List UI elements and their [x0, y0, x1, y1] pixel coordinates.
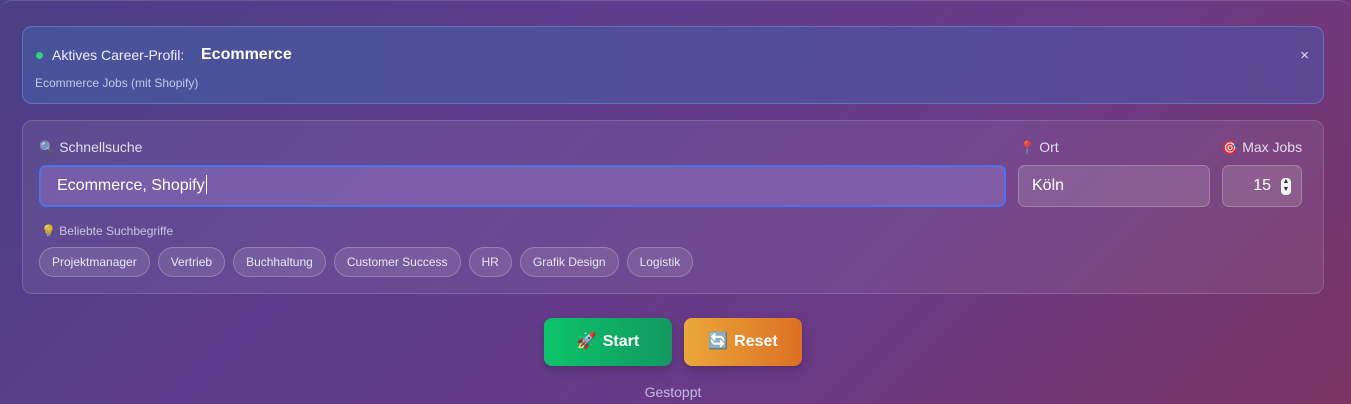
- quick-search-value: Ecommerce, Shopify: [57, 177, 205, 194]
- max-jobs-label-text: Max Jobs: [1242, 139, 1303, 155]
- start-button[interactable]: 🚀 Start: [544, 318, 672, 366]
- reset-label: Reset: [734, 333, 778, 350]
- suggestion-chip[interactable]: Grafik Design: [519, 247, 619, 277]
- suggestion-chip[interactable]: Vertrieb: [157, 247, 226, 277]
- suggestion-chip[interactable]: HR: [468, 247, 512, 277]
- location-input[interactable]: Köln: [1018, 165, 1210, 207]
- active-profile-banner: Aktives Career-Profil: Ecommerce Ecommer…: [22, 26, 1324, 104]
- suggestion-chip[interactable]: Logistik: [626, 247, 694, 277]
- refresh-icon: 🔄: [708, 333, 729, 350]
- target-icon: 🎯: [1222, 140, 1239, 155]
- lightbulb-icon: 💡: [41, 224, 56, 238]
- max-jobs-stepper[interactable]: 15 ▲ ▼: [1222, 165, 1302, 207]
- text-caret: [205, 174, 207, 194]
- popular-terms-label: 💡 Beliebte Suchbegriffe: [41, 224, 173, 238]
- app-window: Aktives Career-Profil: Ecommerce Ecommer…: [0, 0, 1351, 404]
- suggestion-chip[interactable]: Projektmanager: [39, 247, 150, 277]
- suggestion-chip[interactable]: Buchhaltung: [233, 247, 326, 277]
- active-status-dot: [36, 52, 43, 59]
- suggestion-chip[interactable]: Customer Success: [333, 247, 461, 277]
- suggestion-chips: Projektmanager Vertrieb Buchhaltung Cust…: [39, 247, 694, 277]
- search-panel: 🔍 Schnellsuche 📍 Ort 🎯 Max Jobs Ecommerce, …: [22, 120, 1324, 294]
- spinner-arrows-icon[interactable]: ▲ ▼: [1281, 178, 1291, 195]
- profile-description: Ecommerce Jobs (mit Shopify): [35, 76, 199, 90]
- popular-terms-text: Beliebte Suchbegriffe: [59, 224, 174, 238]
- location-label: 📍 Ort: [1019, 139, 1059, 156]
- quick-search-label-text: Schnellsuche: [59, 139, 143, 155]
- location-label-text: Ort: [1039, 139, 1059, 155]
- rocket-icon: 🚀: [576, 333, 597, 350]
- quick-search-label: 🔍 Schnellsuche: [39, 139, 142, 156]
- max-jobs-value: 15: [1253, 177, 1271, 194]
- profile-name: Ecommerce: [201, 46, 292, 63]
- pin-icon: 📍: [1019, 140, 1036, 155]
- search-icon: 🔍: [39, 140, 56, 155]
- close-icon[interactable]: ×: [1300, 48, 1309, 64]
- reset-button[interactable]: 🔄 Reset: [684, 318, 802, 366]
- start-label: Start: [602, 333, 640, 350]
- quick-search-input[interactable]: Ecommerce, Shopify: [39, 165, 1006, 207]
- status-text: Gestoppt: [644, 384, 702, 400]
- max-jobs-label: 🎯 Max Jobs: [1222, 139, 1302, 156]
- profile-label: Aktives Career-Profil:: [52, 47, 185, 63]
- location-value: Köln: [1032, 177, 1065, 194]
